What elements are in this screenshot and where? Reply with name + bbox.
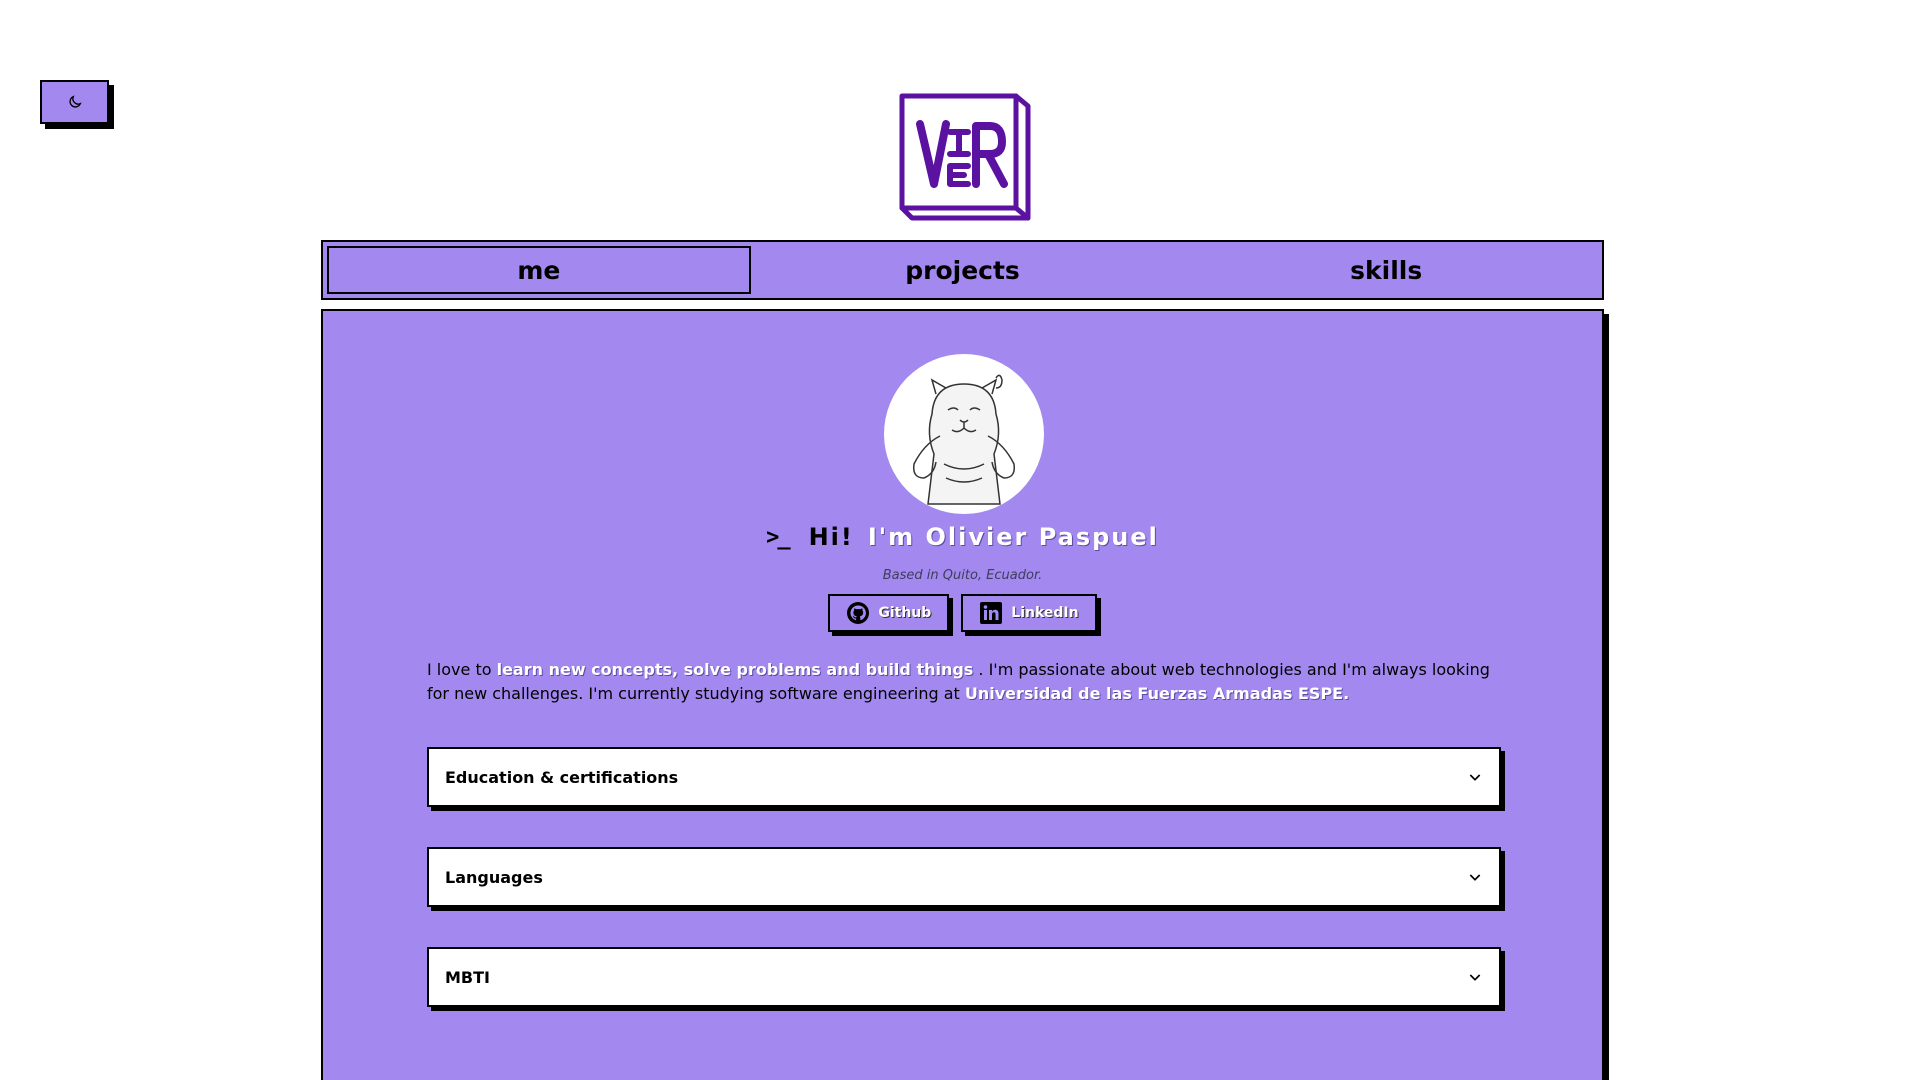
tab-me[interactable]: me <box>327 246 751 294</box>
avatar <box>884 354 1044 514</box>
bio-highlight-1[interactable]: learn new concepts, solve problems and b… <box>497 660 974 679</box>
location-text: Based in Quito, Ecuador. <box>882 568 1043 583</box>
terminal-icon: >_ <box>766 524 790 550</box>
linkedin-icon <box>980 602 1003 624</box>
logo-icon <box>898 92 1032 222</box>
chevron-down-icon <box>1469 874 1481 881</box>
tab-projects[interactable]: projects <box>751 246 1175 294</box>
university-link[interactable]: Universidad de las Fuerzas Armadas ESPE. <box>965 684 1349 703</box>
accordion-languages[interactable]: Languages <box>427 847 1501 907</box>
linkedin-label: LinkedIn <box>1011 605 1079 621</box>
chevron-down-icon <box>1469 974 1481 981</box>
bio-text: I love to learn new concepts, solve prob… <box>427 658 1507 706</box>
moon-icon <box>68 95 82 108</box>
accordion-label: MBTI <box>445 967 490 987</box>
profile-name: I'm Olivier Paspuel <box>867 523 1159 551</box>
theme-toggle-button[interactable] <box>40 80 109 124</box>
profile-panel: >_ Hi! I'm Olivier Paspuel Based in Quit… <box>321 309 1604 1080</box>
accordion-education[interactable]: Education & certifications <box>427 747 1501 807</box>
chevron-down-icon <box>1469 774 1481 781</box>
accordion-label: Languages <box>445 867 543 887</box>
greeting-prefix: Hi! <box>808 523 854 551</box>
github-label: Github <box>878 605 932 621</box>
social-links: Github LinkedIn <box>323 594 1602 632</box>
main-nav: me projects skills <box>321 240 1604 300</box>
greeting: >_ Hi! I'm Olivier Paspuel <box>323 523 1602 551</box>
github-button[interactable]: Github <box>828 594 950 632</box>
github-icon <box>847 602 870 624</box>
accordion-label: Education & certifications <box>445 767 679 787</box>
tab-skills[interactable]: skills <box>1174 246 1598 294</box>
accordion-mbti[interactable]: MBTI <box>427 947 1501 1007</box>
bio-part-1: I love to <box>427 660 497 679</box>
linkedin-button[interactable]: LinkedIn <box>961 594 1097 632</box>
